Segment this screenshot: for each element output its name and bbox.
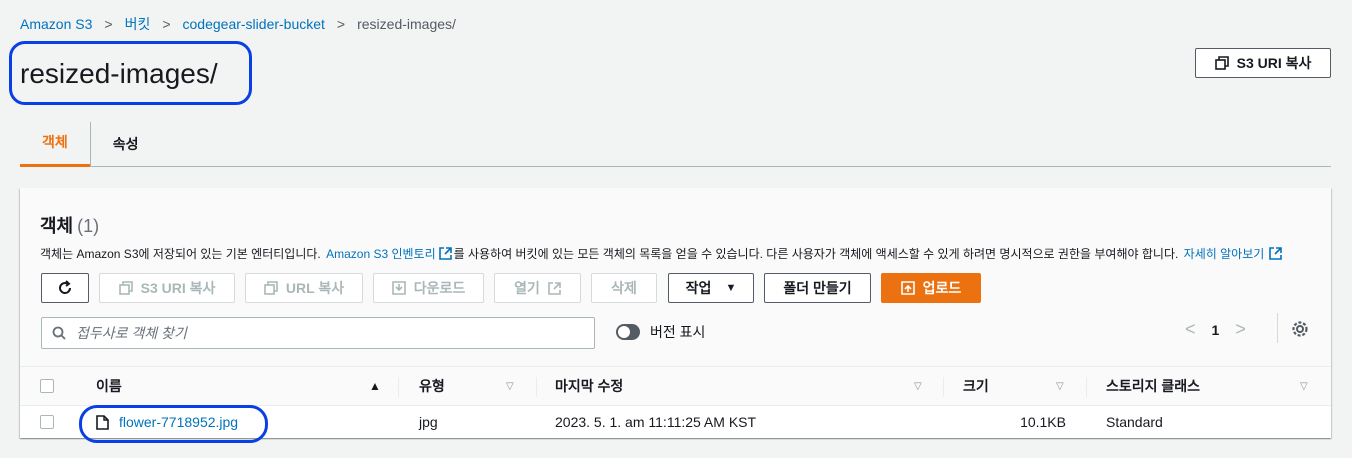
file-size: 10.1KB [1020,414,1066,430]
learn-more-link[interactable]: 자세히 알아보기 [1184,247,1283,261]
tab-objects[interactable]: 객체 [20,120,90,167]
toggle-switch[interactable] [616,324,640,340]
desc-text-1: 객체는 Amazon S3에 저장되어 있는 기본 엔터티입니다. [40,247,325,261]
upload-icon [900,281,915,295]
upload-label: 업로드 [922,280,962,296]
chevron-right-icon[interactable]: > [1235,319,1246,340]
search-input[interactable]: 접두사로 객체 찾기 [41,317,595,349]
caret-down-icon: ▼ [725,282,737,294]
download-button[interactable]: 다운로드 [373,273,484,303]
upload-button[interactable]: 업로드 [881,273,981,303]
sort-ascending-icon[interactable]: ▲ [369,367,381,405]
sort-icon[interactable]: ▽ [506,367,514,405]
show-versions-toggle[interactable]: 버전 표시 [616,322,705,342]
highlight-annotation [9,41,252,105]
last-modified: 2023. 5. 1. am 11:11:25 AM KST [555,414,757,430]
copy-url-button[interactable]: URL 복사 [245,273,363,303]
actions-dropdown[interactable]: 작업 ▼ [668,273,754,303]
refresh-icon [59,280,72,294]
file-type: jpg [419,414,438,430]
breadcrumb-bucket[interactable]: codegear-slider-bucket [183,16,325,32]
column-header-storage-class[interactable]: 스토리지 클래스 [1106,367,1200,405]
copy-icon [118,281,133,295]
external-link-icon [548,281,561,295]
search-placeholder: 접두사로 객체 찾기 [76,325,187,341]
column-divider [1086,377,1087,397]
objects-panel: 객체 (1) 객체는 Amazon S3에 저장되어 있는 기본 엔터티입니다. … [20,188,1331,438]
breadcrumb-amazon-s3[interactable]: Amazon S3 [20,16,92,32]
open-label: 열기 [514,280,540,296]
chevron-right-icon: > [162,16,171,32]
external-link-icon [1269,247,1283,260]
refresh-button[interactable] [41,273,89,303]
panel-header: 객체 (1) 객체는 Amazon S3에 저장되어 있는 기본 엔터티입니다. … [20,188,1331,366]
tab-bar: 객체 속성 [20,120,1331,167]
breadcrumb: Amazon S3 > 버킷 > codegear-slider-bucket … [20,14,456,34]
select-all-checkbox[interactable] [40,379,54,393]
chevron-right-icon: > [336,16,346,32]
breadcrumb-current: resized-images/ [357,16,456,32]
panel-title-text: 객체 [40,216,74,236]
storage-class: Standard [1106,414,1163,430]
gear-icon[interactable] [1290,319,1310,339]
search-icon [52,326,66,340]
external-link-icon [438,247,452,260]
column-divider [943,377,944,397]
chevron-right-icon: > [104,16,113,32]
pagination: < 1 > [1185,319,1246,340]
page-number[interactable]: 1 [1212,322,1220,338]
row-checkbox[interactable] [40,415,54,429]
select-all-cell [40,367,54,405]
copy-s3-uri-toolbar-button[interactable]: S3 URI 복사 [99,273,235,303]
copy-url-label: URL 복사 [285,280,345,296]
create-folder-button[interactable]: 폴더 만들기 [764,273,871,303]
column-header-type[interactable]: 유형 [419,367,445,405]
table-header: 이름 ▲ 유형 ▽ 마지막 수정 ▽ 크기 ▽ 스토리지 클래스 ▽ [20,366,1331,406]
chevron-left-icon[interactable]: < [1185,319,1196,340]
panel-title: 객체 (1) [40,212,99,238]
learn-more-label: 자세히 알아보기 [1183,247,1265,261]
column-header-name[interactable]: 이름 [96,367,122,405]
actions-label: 작업 [685,280,712,296]
delete-label: 삭제 [611,280,637,296]
sort-icon[interactable]: ▽ [1300,367,1308,405]
sort-icon[interactable]: ▽ [914,367,922,405]
inventory-link[interactable]: Amazon S3 인벤토리 [326,247,452,261]
copy-icon [1214,56,1229,70]
open-button[interactable]: 열기 [494,273,581,303]
create-folder-label: 폴더 만들기 [783,280,852,296]
row-select-cell [40,406,54,438]
copy-s3-uri-button[interactable]: S3 URI 복사 [1195,48,1331,78]
object-count: (1) [77,216,100,236]
copy-s3-uri-label: S3 URI 복사 [1236,55,1312,71]
copy-s3-uri-toolbar-label: S3 URI 복사 [140,280,216,296]
download-label: 다운로드 [413,280,466,296]
column-header-modified[interactable]: 마지막 수정 [555,367,623,405]
highlight-annotation [79,405,268,443]
column-divider [398,377,399,397]
panel-description: 객체는 Amazon S3에 저장되어 있는 기본 엔터티입니다. Amazon… [40,245,1284,262]
inventory-link-label: Amazon S3 인벤토리 [326,247,436,261]
delete-button[interactable]: 삭제 [591,273,657,303]
sort-icon[interactable]: ▽ [1056,367,1064,405]
pager-divider [1277,313,1278,343]
show-versions-label: 버전 표시 [650,324,706,340]
column-header-size[interactable]: 크기 [963,367,989,405]
copy-icon [264,281,278,295]
breadcrumb-buckets[interactable]: 버킷 [125,14,151,34]
download-icon [391,281,406,295]
desc-text-2: 를 사용하여 버킷에 있는 모든 객체의 목록을 얻을 수 있습니다. 다른 사… [453,247,1182,261]
column-divider [536,377,537,397]
tab-properties[interactable]: 속성 [91,120,161,167]
